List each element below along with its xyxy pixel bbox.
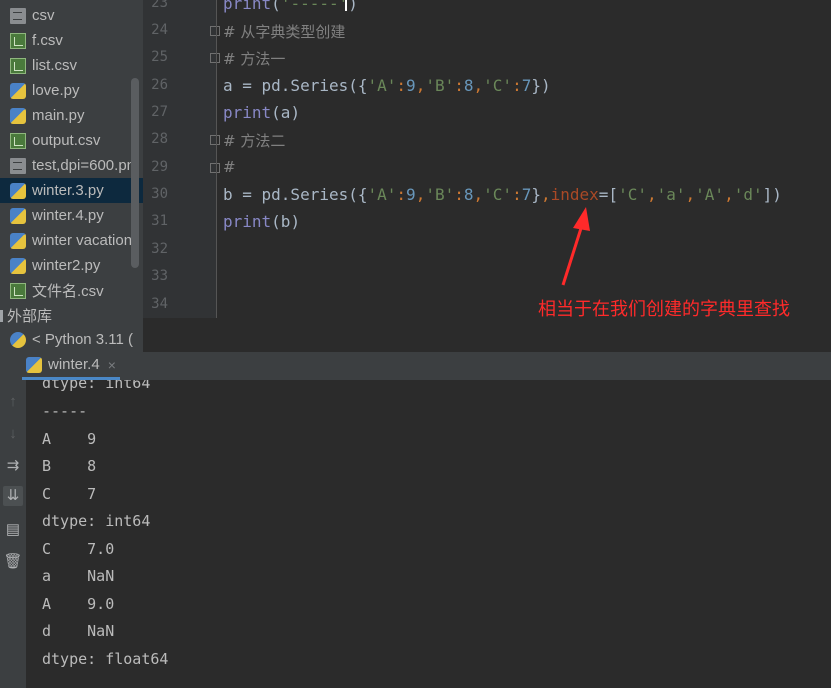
code-line-26: a = pd.Series({'A':9,'B':8,'C':7}) <box>223 76 551 95</box>
tree-item-label: winter vacation <box>32 232 133 249</box>
tree-item-output-csv[interactable]: output.csv <box>10 128 100 153</box>
console-line: B 8 <box>42 457 97 475</box>
line-number: 29 <box>151 159 168 175</box>
line-number: 24 <box>151 22 168 38</box>
tree-item-label: f.csv <box>32 32 63 49</box>
scroll-to-end-icon[interactable]: ⇊ <box>3 486 23 506</box>
tree-scrollbar[interactable] <box>131 78 139 268</box>
tree-item-filename-csv[interactable]: 文件名.csv <box>10 278 104 303</box>
print-icon[interactable]: ▤ <box>3 520 23 540</box>
tree-item-label: 外部库 <box>7 308 53 325</box>
line-number: 32 <box>151 241 168 257</box>
python-file-icon <box>10 107 26 124</box>
console-line: A 9 <box>42 430 97 448</box>
text-file-icon <box>10 157 26 174</box>
python-run-icon <box>26 356 42 373</box>
tree-item-label: winter.4.py <box>32 207 104 224</box>
trash-icon[interactable]: 🗑 <box>3 552 23 572</box>
line-number: 23 <box>151 0 168 11</box>
line-number: 30 <box>151 186 168 202</box>
python-sdk-icon <box>10 331 26 348</box>
line-number: 27 <box>151 104 168 120</box>
line-number-gutter: 23 24 25 26 27 28 29 30 31 32 33 34 <box>143 0 220 318</box>
tree-item-csv[interactable]: csv <box>10 3 55 28</box>
close-icon[interactable]: × <box>108 357 116 373</box>
code-line-24: # 从字典类型创建 <box>223 23 346 41</box>
tree-item-label: output.csv <box>32 132 101 149</box>
tree-item-love-py[interactable]: love.py <box>10 78 80 103</box>
tree-item-winter-3-py[interactable]: winter.3.py <box>0 178 143 203</box>
tree-item-label: list.csv <box>32 57 77 74</box>
line-number: 34 <box>151 296 168 312</box>
run-tab-winter-4[interactable]: winter.4 × <box>22 352 120 380</box>
line-number: 33 <box>151 268 168 284</box>
tree-item-label: love.py <box>32 82 80 99</box>
csv-file-icon <box>10 32 26 49</box>
annotation-text: 相当于在我们创建的字典里查找 <box>538 299 790 318</box>
editor-bottom-area <box>143 318 831 352</box>
tree-item-label: winter.3.py <box>32 182 104 199</box>
console-line: C 7.0 <box>42 540 115 558</box>
console-line: dtype: int64 <box>42 380 151 392</box>
console-line: ----- <box>42 402 88 420</box>
python-file-icon <box>10 232 26 249</box>
python-file-icon <box>10 207 26 224</box>
csv-file-icon <box>10 132 26 149</box>
gutter-divider <box>216 0 217 318</box>
soft-wrap-icon[interactable]: ⇉ <box>3 456 23 476</box>
project-tree: csv f.csv list.csv love.py main.py outpu… <box>0 0 143 352</box>
run-toolbar: ↑ ↓ ⇉ ⇊ ▤ 🗑 <box>0 380 26 688</box>
python-file-icon <box>10 182 26 199</box>
tree-item-winter2-py[interactable]: winter2.py <box>10 253 100 278</box>
tree-item-python-sdk[interactable]: < Python 3.11 ( <box>10 327 133 352</box>
tree-item-label: winter2.py <box>32 257 101 274</box>
line-number: 25 <box>151 49 168 65</box>
arrow-up-icon[interactable]: ↑ <box>3 392 23 412</box>
tree-item-label: test,dpi=600.pn <box>32 157 136 174</box>
console-line: a NaN <box>42 567 115 585</box>
file-icon <box>10 7 26 24</box>
code-line-28: # 方法二 <box>223 132 286 150</box>
csv-file-icon <box>10 57 26 74</box>
run-panel-header: winter.4 × <box>0 352 831 381</box>
tree-item-winter-vacation[interactable]: winter vacation <box>10 228 132 253</box>
line-number: 28 <box>151 131 168 147</box>
console-line: dtype: float64 <box>42 650 169 668</box>
console-line: A 9.0 <box>42 595 115 613</box>
code-line-25: # 方法一 <box>223 50 286 68</box>
fold-marker-icon[interactable] <box>210 26 220 36</box>
code-line-27: print(a) <box>223 103 301 122</box>
fold-marker-icon[interactable] <box>210 163 220 173</box>
tree-item-external-libraries[interactable]: 外部库 <box>0 303 52 328</box>
python-file-icon <box>10 82 26 99</box>
code-line-30: b = pd.Series({'A':9,'B':8,'C':7},index=… <box>223 185 782 204</box>
line-number: 31 <box>151 213 168 229</box>
fold-marker-icon[interactable] <box>210 135 220 145</box>
code-line-23: print('-----') <box>223 0 358 13</box>
tree-item-list-csv[interactable]: list.csv <box>10 53 77 78</box>
tree-item-label: 文件名.csv <box>32 283 104 300</box>
code-editor[interactable]: 23 24 25 26 27 28 29 30 31 32 33 34 prin… <box>143 0 831 318</box>
tree-item-f-csv[interactable]: f.csv <box>10 28 63 53</box>
code-line-29: # <box>223 158 236 176</box>
tree-item-label: main.py <box>32 107 85 124</box>
tree-item-winter-4-py[interactable]: winter.4.py <box>10 203 104 228</box>
console-output[interactable]: dtype: int64 ----- A 9 B 8 C 7 dtype: in… <box>26 380 831 688</box>
text-cursor <box>345 0 347 11</box>
arrow-down-icon[interactable]: ↓ <box>3 424 23 444</box>
console-line: dtype: int64 <box>42 512 151 530</box>
tree-item-test-png[interactable]: test,dpi=600.pn <box>10 153 135 178</box>
tree-item-label: < Python 3.11 ( <box>32 331 134 348</box>
line-number: 26 <box>151 77 168 93</box>
library-folder-icon <box>0 309 3 322</box>
console-line: C 7 <box>42 485 97 503</box>
fold-marker-icon[interactable] <box>210 53 220 63</box>
tree-item-label: csv <box>32 7 55 24</box>
python-file-icon <box>10 257 26 274</box>
console-line: d NaN <box>42 622 115 640</box>
run-tab-label: winter.4 <box>48 356 100 373</box>
code-line-31: print(b) <box>223 212 301 231</box>
tree-item-main-py[interactable]: main.py <box>10 103 85 128</box>
csv-file-icon <box>10 282 26 299</box>
